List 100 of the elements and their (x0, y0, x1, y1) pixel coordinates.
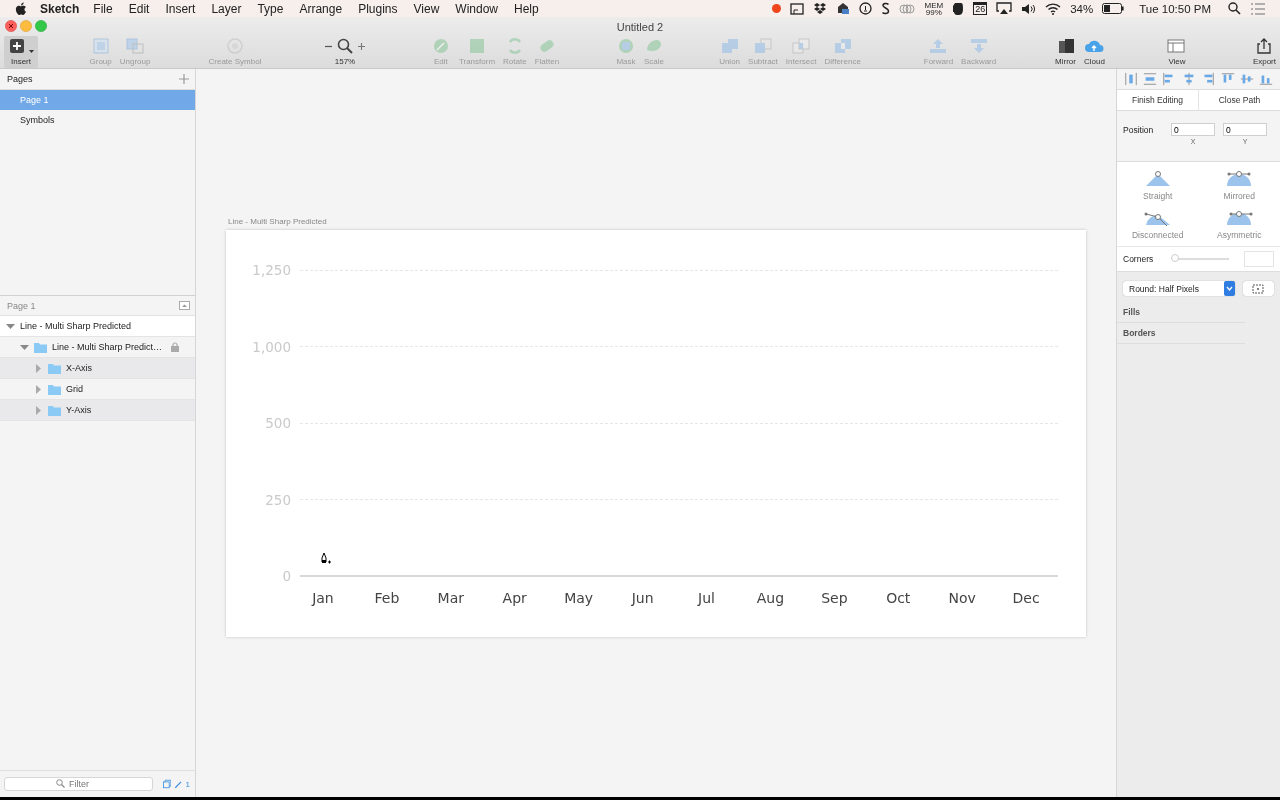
airplay-icon[interactable] (996, 2, 1013, 15)
pen-cursor-icon (321, 552, 331, 564)
caret-icon (29, 50, 34, 54)
x-axis-label: May (563, 590, 595, 606)
forward-icon (928, 38, 949, 54)
close-button[interactable] (5, 20, 17, 32)
toolbar-button[interactable]: Cloud (1082, 36, 1107, 68)
collapsed-triangle-icon[interactable] (34, 363, 43, 373)
x-axis-label: Feb (373, 590, 401, 606)
layer-row[interactable]: X-Axis (0, 358, 195, 379)
path-edit-button[interactable]: Finish Editing (1117, 90, 1199, 110)
align-middle-icon[interactable] (1239, 72, 1254, 86)
folder-icon (48, 404, 61, 416)
menu-item[interactable]: Layer (211, 1, 242, 16)
folder-icon (48, 383, 61, 395)
section-header[interactable]: Fills (1117, 302, 1245, 323)
subtract-icon (752, 38, 773, 54)
path-edit-button[interactable]: Close Path (1199, 90, 1280, 110)
section-header[interactable]: Borders (1117, 323, 1245, 344)
menu-item[interactable]: Edit (128, 1, 150, 16)
brush-icon[interactable] (174, 779, 183, 789)
volume-icon[interactable] (1021, 2, 1037, 15)
menu-item[interactable]: Window (455, 1, 498, 16)
toolbar-button[interactable]: View (1165, 36, 1189, 68)
window-icon (1167, 38, 1187, 54)
y-field[interactable]: 0 (1223, 123, 1267, 136)
menu-item[interactable]: Type (257, 1, 284, 16)
position-label: Position (1123, 124, 1155, 135)
memory-label: MEM (924, 1, 944, 9)
menu-item[interactable]: View (413, 1, 440, 16)
expanded-triangle-icon[interactable] (6, 321, 15, 331)
zoom-button[interactable] (35, 20, 47, 32)
panel-title: Page 1 (7, 300, 36, 311)
layer-name: Line - Multi Sharp Predicted (20, 321, 132, 331)
folder-icon (48, 362, 61, 374)
app-menu[interactable]: Sketch (40, 1, 80, 16)
page-item[interactable]: Symbols (0, 110, 195, 130)
pixel-fit-button[interactable] (1242, 281, 1274, 296)
layer-row[interactable]: Y-Axis (0, 400, 195, 421)
menu-item[interactable]: Insert (165, 1, 196, 16)
wifi-icon[interactable] (1045, 2, 1062, 15)
s-curve-icon[interactable] (881, 2, 891, 15)
union-icon (719, 38, 740, 54)
x-field[interactable]: 0 (1171, 123, 1215, 136)
zoom-in-button[interactable] (357, 41, 366, 51)
apple-icon[interactable] (15, 1, 27, 16)
point-type-button[interactable]: Asymmetric (1198, 207, 1280, 242)
collapsed-triangle-icon[interactable] (34, 384, 43, 394)
x-axis-label: Apr (501, 590, 528, 606)
battery-icon[interactable] (1102, 3, 1125, 14)
toolbar-button[interactable]: Export (1250, 36, 1278, 68)
align-top-icon[interactable] (1220, 72, 1235, 86)
artboard-title[interactable]: Line - Multi Sharp Predicted (226, 217, 1116, 229)
corners-field[interactable] (1244, 251, 1274, 267)
x-axis-label: Aug (755, 590, 786, 606)
record-icon[interactable] (772, 4, 782, 13)
menu-item[interactable]: Help (514, 1, 539, 16)
insert-button[interactable]: Insert (4, 36, 38, 68)
filter-field[interactable]: Filter (4, 777, 153, 791)
x-axis-label: Oct (885, 590, 912, 606)
boxes-icon[interactable] (813, 2, 828, 15)
menu-item[interactable]: Plugins (358, 1, 398, 16)
lock-icon[interactable] (171, 342, 179, 352)
collapsed-triangle-icon[interactable] (34, 405, 43, 415)
copy-icon[interactable] (163, 779, 172, 789)
menu-item[interactable]: Arrange (299, 1, 343, 16)
layer-row[interactable]: Line - Multi Sharp Predicted (0, 316, 195, 337)
list-icon[interactable] (1250, 2, 1266, 15)
difference-icon (832, 38, 853, 54)
expanded-triangle-icon[interactable] (20, 342, 29, 352)
zoom-level[interactable]: 157% (334, 57, 356, 66)
search-icon[interactable] (1228, 2, 1241, 15)
add-page-button[interactable] (179, 74, 189, 84)
corners-label: Corners (1123, 254, 1155, 264)
layer-name: Grid (66, 384, 83, 394)
distribute-vertical-icon[interactable] (1143, 72, 1158, 86)
group-icon (90, 38, 111, 54)
battery-percentage: 34% (1070, 2, 1094, 15)
layer-name: Line - Multi Sharp Predict… (52, 342, 163, 352)
collapse-icon[interactable] (179, 301, 190, 310)
search-icon (56, 779, 65, 788)
x-axis-label: Jan (310, 590, 335, 606)
toolbar-button[interactable]: Mirror (1053, 36, 1078, 68)
point-type-button[interactable]: Disconnected (1117, 207, 1199, 242)
backward-icon (968, 38, 989, 54)
frame-icon (1251, 282, 1266, 295)
menu-item[interactable]: File (93, 1, 113, 16)
clock[interactable]: Tue 10:50 PM (1139, 2, 1211, 15)
rings-icon[interactable] (899, 2, 916, 15)
intersect-icon (791, 38, 812, 54)
rounding-dropdown[interactable]: Round: Half Pixels (1123, 281, 1235, 296)
point-type-button[interactable]: Straight (1117, 168, 1199, 203)
mask-icon (616, 38, 636, 54)
screen-icon[interactable] (790, 2, 805, 15)
window-title: Untitled 2 (616, 20, 664, 33)
ungroup-icon (125, 38, 146, 54)
point-type-button[interactable]: Mirrored (1198, 168, 1280, 203)
x-axis-label: Jun (630, 590, 655, 606)
distribute-horizontal-icon[interactable] (1123, 72, 1138, 86)
magnifier-icon (337, 38, 353, 54)
